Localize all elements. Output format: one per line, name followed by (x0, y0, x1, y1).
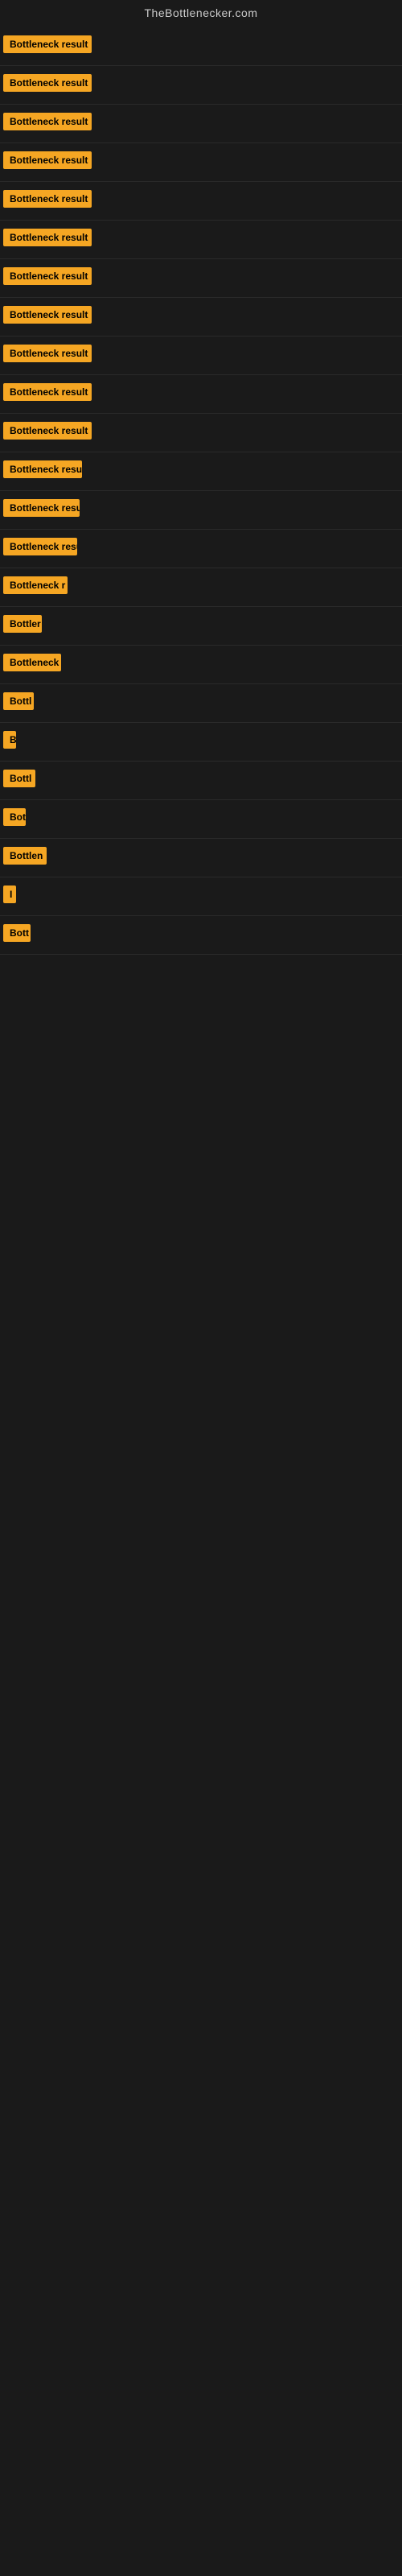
result-row-24: Bott (0, 916, 402, 955)
bottleneck-badge-4[interactable]: Bottleneck result (3, 151, 92, 169)
result-row-14: Bottleneck resu (0, 530, 402, 568)
bottleneck-badge-24[interactable]: Bott (3, 924, 31, 942)
bottleneck-badge-14[interactable]: Bottleneck resu (3, 538, 77, 555)
result-row-2: Bottleneck result (0, 66, 402, 105)
bottleneck-badge-16[interactable]: Bottler (3, 615, 42, 633)
bottleneck-badge-7[interactable]: Bottleneck result (3, 267, 92, 285)
bottleneck-badge-15[interactable]: Bottleneck r (3, 576, 68, 594)
bottleneck-badge-23[interactable]: I (3, 886, 16, 903)
bottleneck-badge-3[interactable]: Bottleneck result (3, 113, 92, 130)
result-row-16: Bottler (0, 607, 402, 646)
result-row-11: Bottleneck result (0, 414, 402, 452)
bottleneck-badge-5[interactable]: Bottleneck result (3, 190, 92, 208)
result-row-19: B (0, 723, 402, 762)
results-list: Bottleneck result Bottleneck result Bottle… (0, 27, 402, 955)
bottleneck-badge-11[interactable]: Bottleneck result (3, 422, 92, 440)
bottleneck-badge-8[interactable]: Bottleneck result (3, 306, 92, 324)
result-row-1: Bottleneck result (0, 27, 402, 66)
bottleneck-badge-10[interactable]: Bottleneck result (3, 383, 92, 401)
bottleneck-badge-1[interactable]: Bottleneck result (3, 35, 92, 53)
result-row-8: Bottleneck result (0, 298, 402, 336)
result-row-6: Bottleneck result (0, 221, 402, 259)
bottleneck-badge-21[interactable]: Bot (3, 808, 26, 826)
result-row-15: Bottleneck r (0, 568, 402, 607)
bottleneck-badge-12[interactable]: Bottleneck resu (3, 460, 82, 478)
result-row-3: Bottleneck result (0, 105, 402, 143)
bottleneck-badge-6[interactable]: Bottleneck result (3, 229, 92, 246)
result-row-5: Bottleneck result (0, 182, 402, 221)
bottleneck-badge-18[interactable]: Bottl (3, 692, 34, 710)
bottleneck-badge-20[interactable]: Bottl (3, 770, 35, 787)
result-row-18: Bottl (0, 684, 402, 723)
result-row-9: Bottleneck result (0, 336, 402, 375)
bottleneck-badge-9[interactable]: Bottleneck result (3, 345, 92, 362)
bottleneck-badge-22[interactable]: Bottlen (3, 847, 47, 865)
result-row-12: Bottleneck resu (0, 452, 402, 491)
site-title: TheBottlenecker.com (0, 0, 402, 27)
result-row-17: Bottleneck (0, 646, 402, 684)
result-row-22: Bottlen (0, 839, 402, 877)
result-row-23: I (0, 877, 402, 916)
result-row-10: Bottleneck result (0, 375, 402, 414)
bottleneck-badge-13[interactable]: Bottleneck resu (3, 499, 80, 517)
bottleneck-badge-19[interactable]: B (3, 731, 16, 749)
result-row-21: Bot (0, 800, 402, 839)
bottleneck-badge-17[interactable]: Bottleneck (3, 654, 61, 671)
result-row-13: Bottleneck resu (0, 491, 402, 530)
result-row-7: Bottleneck result (0, 259, 402, 298)
result-row-4: Bottleneck result (0, 143, 402, 182)
result-row-20: Bottl (0, 762, 402, 800)
bottleneck-badge-2[interactable]: Bottleneck result (3, 74, 92, 92)
